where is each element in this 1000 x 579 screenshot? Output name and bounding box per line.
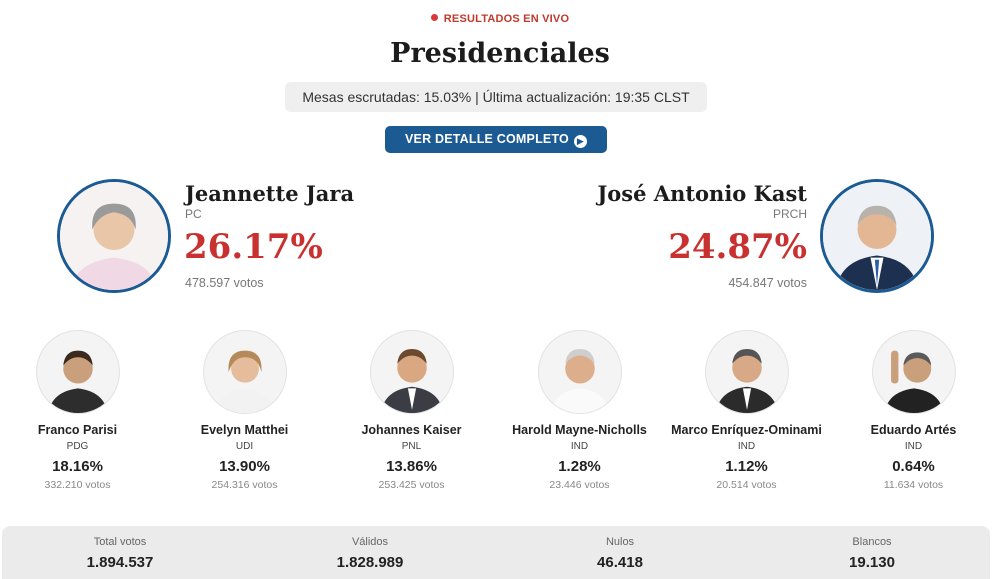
candidate-card-matthei: Evelyn Matthei UDI 13.90% 254.316 votos	[161, 330, 328, 491]
blank-votes: Blancos 19.130	[772, 536, 972, 571]
candidate-votes: 332.210 votos	[44, 479, 111, 491]
candidate-photo-enriquez-ominami	[704, 330, 789, 414]
candidate-card-artes: Eduardo Artés IND 0.64% 11.634 votos	[830, 330, 997, 491]
total-label: Blancos	[852, 536, 892, 548]
page-title: Presidenciales	[390, 38, 610, 69]
leader-party-jara: PC	[185, 207, 202, 221]
candidate-percent: 13.90%	[219, 458, 270, 475]
leader-name-kast: José Antonio Kast	[597, 181, 807, 206]
null-votes: Nulos 46.418	[520, 536, 720, 571]
candidate-party: IND	[737, 441, 756, 452]
candidate-party: IND	[904, 441, 923, 452]
total-label: Total votos	[93, 536, 147, 548]
view-detail-button[interactable]: VER DETALLE COMPLETO ▶	[385, 126, 607, 153]
candidate-name: Harold Mayne-Nicholls	[512, 423, 647, 437]
scrutiny-status: Mesas escrutadas: 15.03% | Última actual…	[285, 82, 707, 112]
leader-name-jara: Jeannette Jara	[185, 181, 355, 206]
view-detail-label: VER DETALLE COMPLETO	[405, 132, 569, 146]
candidate-photo-mayne-nicholls	[537, 330, 622, 414]
candidate-name: Marco Enríquez-Ominami	[671, 423, 822, 437]
person-portrait-icon	[715, 349, 778, 413]
candidate-percent: 0.64%	[892, 458, 935, 475]
candidate-photo-kaiser	[369, 330, 454, 414]
person-portrait-icon	[47, 350, 108, 413]
candidate-card-mayne-nicholls: Harold Mayne-Nicholls IND 1.28% 23.446 v…	[496, 330, 663, 491]
total-value: 1.894.537	[86, 554, 154, 571]
leader-percent-kast: 24.87%	[668, 227, 807, 267]
valid-votes: Válidos 1.828.989	[270, 536, 470, 571]
candidate-votes: 254.316 votos	[211, 479, 278, 491]
candidate-photo-kast	[820, 179, 934, 293]
candidate-card-enriquez-ominami: Marco Enríquez-Ominami IND 1.12% 20.514 …	[663, 330, 830, 491]
leader-votes-kast: 454.847 votos	[728, 276, 807, 290]
live-label: RESULTADOS EN VIVO	[443, 13, 570, 25]
arrow-right-icon: ▶	[573, 135, 587, 148]
candidate-votes: 11.634 votos	[883, 479, 944, 491]
candidate-party: PNL	[401, 441, 422, 452]
total-value: 19.130	[849, 554, 895, 571]
candidate-photo-jara	[57, 179, 171, 293]
candidate-card-kaiser: Johannes Kaiser PNL 13.86% 253.425 votos	[328, 330, 495, 491]
candidate-photo-artes	[871, 330, 956, 414]
candidate-party: IND	[570, 441, 589, 452]
total-label: Válidos	[351, 536, 389, 548]
candidate-votes: 20.514 votos	[716, 479, 777, 491]
live-indicator: RESULTADOS EN VIVO	[0, 13, 1000, 25]
live-dot-icon	[430, 14, 438, 21]
leader-percent-jara: 26.17%	[184, 227, 323, 267]
person-portrait-icon	[823, 182, 931, 290]
total-value: 46.418	[597, 554, 643, 571]
candidate-photo-matthei	[202, 330, 287, 414]
candidate-votes: 253.425 votos	[378, 479, 445, 491]
person-portrait-icon	[214, 350, 275, 413]
candidate-name: Eduardo Artés	[870, 423, 957, 437]
candidate-percent: 1.12%	[725, 458, 768, 475]
candidate-name: Johannes Kaiser	[361, 423, 462, 437]
total-label: Nulos	[605, 536, 635, 548]
leader-votes-jara: 478.597 votos	[185, 276, 264, 290]
candidate-percent: 13.86%	[386, 458, 437, 475]
candidate-party: PDG	[66, 441, 89, 452]
total-value: 1.828.989	[336, 554, 404, 571]
candidate-percent: 1.28%	[558, 458, 601, 475]
candidate-name: Evelyn Matthei	[200, 423, 289, 437]
totals-bar: Total votos 1.894.537 Válidos 1.828.989 …	[2, 526, 990, 579]
candidate-name: Franco Parisi	[37, 423, 118, 437]
candidate-card-parisi: Franco Parisi PDG 18.16% 332.210 votos	[0, 330, 161, 491]
person-portrait-icon	[60, 182, 168, 290]
leader-party-kast: PRCH	[772, 207, 807, 221]
total-votes: Total votos 1.894.537	[20, 536, 220, 571]
person-portrait-icon	[380, 349, 443, 413]
person-portrait-icon	[549, 349, 610, 413]
candidate-percent: 18.16%	[52, 458, 103, 475]
candidate-photo-parisi	[35, 330, 120, 414]
person-portrait-icon	[883, 350, 944, 413]
candidate-votes: 23.446 votos	[549, 479, 610, 491]
candidate-party: UDI	[235, 441, 254, 452]
